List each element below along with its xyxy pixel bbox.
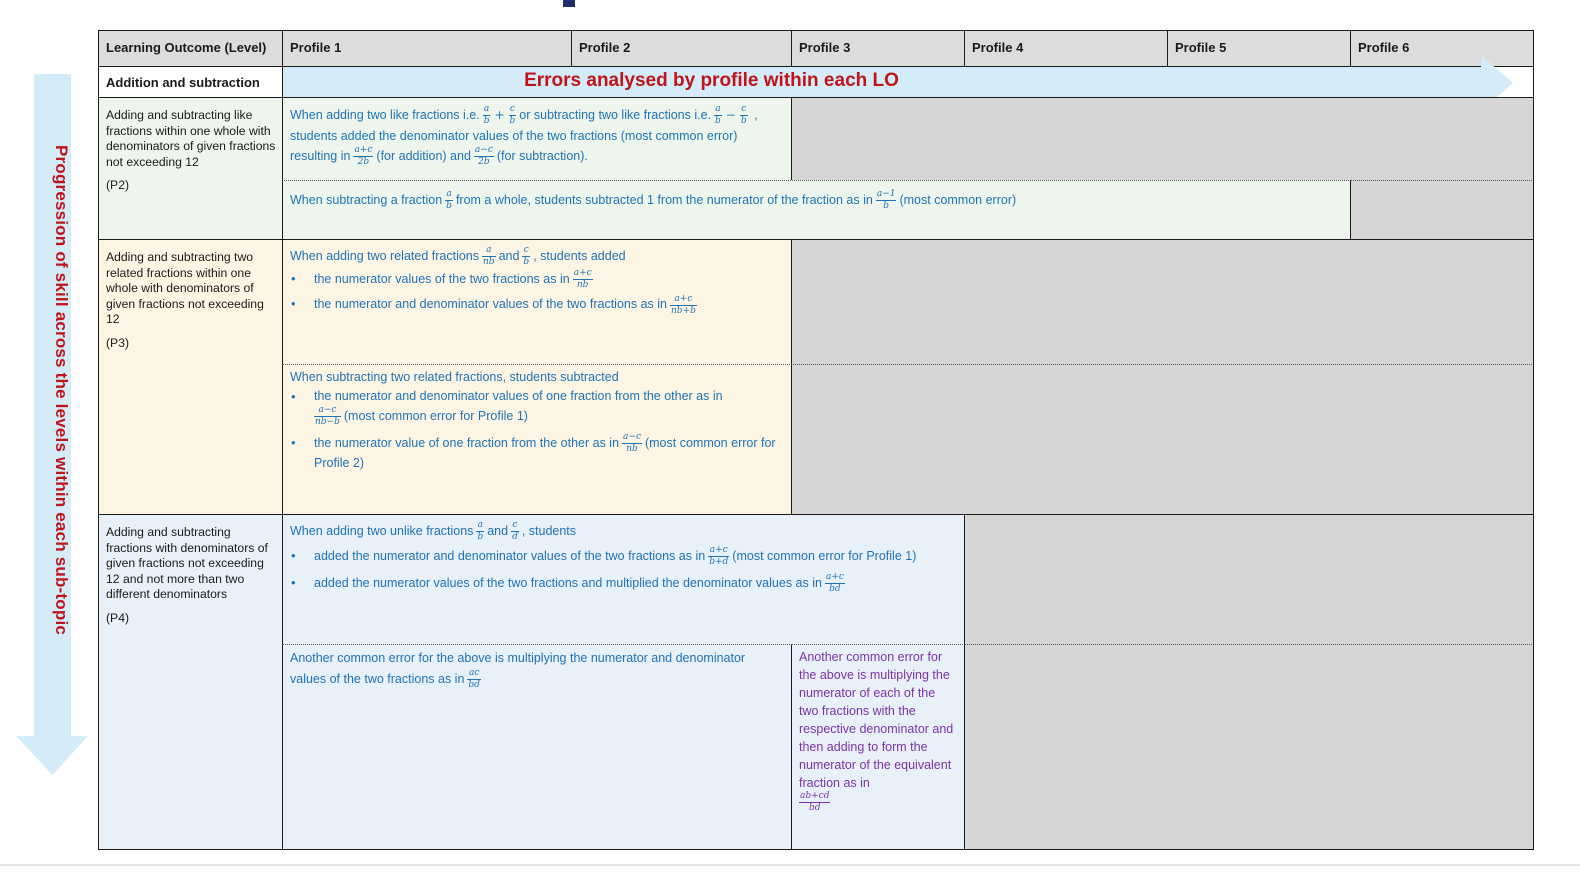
p3-e2-t1: When subtracting two related fractions, … (290, 370, 619, 384)
lo-p3-level: (P3) (106, 335, 130, 350)
lo-p2: Adding and subtracting like fractions wi… (98, 97, 283, 240)
p4-error-1: When adding two unlike fractions a b and c d,… (282, 514, 965, 645)
header-lo: Learning Outcome (Level) (98, 30, 283, 67)
p3-e1-bullet-1: the numerator values of the two fraction… (291, 269, 783, 290)
p4-error-3: Another common error for the above is mu… (791, 644, 965, 850)
p3-error-2: When subtracting two related fractions, … (282, 364, 792, 515)
p3-grey-b (791, 364, 1534, 515)
p4-e1-bullet-2: added the numerator values of the two fr… (291, 573, 956, 594)
p3-error-1: When adding two related fractions a nb and c… (282, 239, 792, 365)
p2-grey-a (791, 97, 1534, 181)
p2-e1-t1: When adding two like fractions i.e. (290, 108, 480, 122)
p4-e1-t2: and (487, 523, 509, 538)
p4-error-2: Another common error for the above is mu… (282, 644, 792, 850)
p4-e1-t3: , students (521, 523, 577, 538)
p3-e1-bullet-2: the numerator and denominator values of … (291, 294, 783, 315)
p2-error-2: When subtracting a fraction a b from a whol… (282, 180, 1351, 240)
p3-e1-t2: and (498, 249, 520, 263)
lo-p3-text: Adding and subtracting two related fract… (106, 250, 264, 326)
p2-e1-t4: (for addition) and (376, 149, 471, 164)
p2-grey-b (1350, 180, 1534, 240)
p2-error-1: When adding two like fractions i.e. a b + c b… (282, 97, 792, 181)
lo-p2-level: (P2) (106, 178, 130, 192)
error-analysis-table: Learning Outcome (Level) Profile 1 Profi… (98, 30, 1534, 850)
lo-p4-text: Adding and subtracting fractions with de… (106, 525, 268, 601)
subtopic-label: Addition and subtraction (106, 75, 260, 90)
page-bottom-rule (0, 864, 1580, 866)
lo-p3: Adding and subtracting two related fract… (98, 239, 283, 515)
lo-p4-level: (P4) (106, 610, 130, 625)
p4-e3-text: Another common error for the above is mu… (799, 650, 954, 790)
p3-e1-t3: , students added (533, 249, 626, 263)
p3-e1-t1: When adding two related fractions (290, 249, 479, 263)
p2-e2-t2: from a whole, students subtracted 1 from… (455, 193, 873, 207)
p2-e1-t5: (for subtraction). (496, 149, 588, 164)
p2-e2-t1: When subtracting a fraction (290, 193, 443, 207)
top-marker (563, 0, 575, 7)
p4-e1-bullet-1: added the numerator and denominator valu… (291, 546, 956, 567)
lo-p4: Adding and subtracting fractions with de… (98, 514, 283, 850)
p3-grey-a (791, 239, 1534, 365)
lo-p2-text: Adding and subtracting like fractions wi… (106, 108, 276, 169)
p2-e1-t2: or subtracting two like fractions i.e. (519, 108, 712, 122)
p2-e2-t3: (most common error) (899, 193, 1017, 207)
p4-e1-t1: When adding two unlike fractions (290, 523, 474, 538)
profile-arrow-text: Errors analysed by profile within each L… (524, 70, 899, 91)
p4-grey-a (964, 514, 1534, 645)
p3-e2-bullet-2: the numerator value of one fraction from… (291, 433, 783, 473)
p3-e2-bullet-1: the numerator and denominator values of … (291, 387, 783, 427)
p4-grey-b (964, 644, 1534, 850)
progression-label: Progression of skill across the levels w… (52, 145, 71, 636)
p4-e2-text: Another common error for the above is mu… (290, 651, 746, 686)
